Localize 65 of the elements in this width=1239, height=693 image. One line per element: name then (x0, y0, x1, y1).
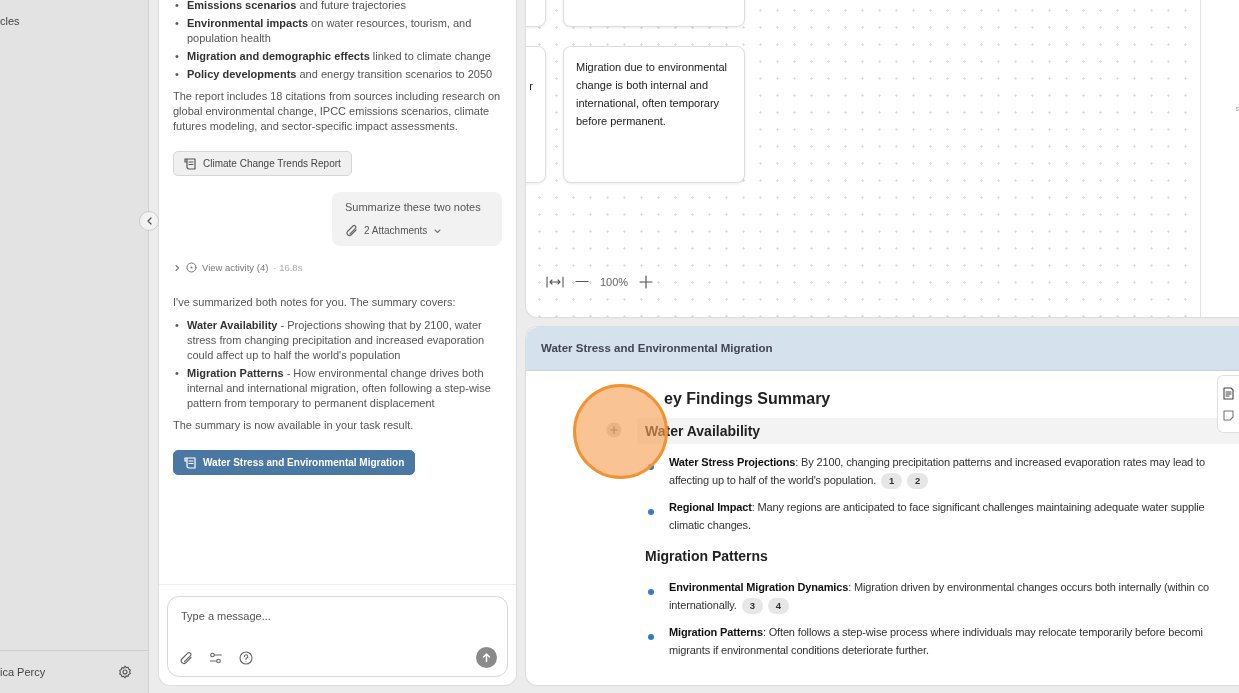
activity-link[interactable]: View activity (4) (202, 260, 269, 275)
finding-text: Migration Patterns: Often follows a step-wise process where individuals may relocate temporarily before becomi migrants if environmental conditions deteriorate further. (669, 625, 1203, 659)
finding-text: Environmental Migration Dynamics: Migration driven by environmental changes occurs both internally (within co internationally. 3 4 (669, 578, 1209, 615)
zoom-in-button[interactable] (639, 274, 654, 289)
list-bullet: • (174, 67, 180, 82)
document-heading: ey Findings Summary (664, 389, 831, 409)
list-bullet: • (174, 366, 180, 381)
help-button[interactable] (239, 650, 253, 665)
bullet-icon (648, 464, 654, 471)
citation-badge[interactable]: 1 (881, 473, 903, 490)
bullet-icon (648, 589, 654, 596)
list-item: Emissions scenarios and future trajectories (187, 0, 406, 13)
bullet-icon (648, 634, 654, 641)
document-icon[interactable] (1222, 386, 1235, 400)
settings-icon (118, 665, 132, 679)
paperclip-icon[interactable] (345, 224, 358, 237)
user-name: ica Percy (0, 664, 46, 680)
list-item: Policy developments and energy transition scenarios to 2050 (187, 67, 493, 82)
citation-badge[interactable]: 4 (767, 598, 789, 615)
settings-button[interactable] (118, 665, 132, 679)
arrow-up-icon (481, 652, 492, 663)
bullet-icon (648, 509, 654, 516)
paperclip-icon (179, 650, 193, 665)
document-title: Water Stress and Environmental Migration (526, 327, 1239, 371)
chevron-icon[interactable] (173, 263, 181, 272)
document-button[interactable]: Climate Change Trends Report (173, 151, 352, 176)
list-bullet: • (174, 318, 180, 333)
message-text: The summary is now available in your task result. (173, 418, 415, 433)
citation-badge[interactable]: 2 (907, 473, 929, 490)
citation-badge[interactable]: 3 (741, 598, 763, 615)
activity-duration: · 16.8s (273, 261, 303, 275)
minus-icon (575, 280, 589, 284)
finding-text: Regional Impact: Many regions are anticipated to face significant challenges maintaining adequate water supplie climatic changes. (669, 500, 1205, 534)
settings-button[interactable] (209, 650, 223, 665)
sliders-icon (209, 650, 223, 665)
help-icon (239, 650, 253, 665)
list-item: Water Availability - Projections showing that by 2100, water stress from changing precipitation and increased evaporation could affect up to half the world's population (187, 318, 486, 363)
section-heading: Migration Patterns (645, 547, 768, 565)
document-icon (184, 157, 197, 170)
document-icon (184, 456, 197, 469)
zoom-level: 100% (600, 274, 629, 290)
user-message-text: Summarize these two notes (345, 200, 482, 215)
attach-button[interactable] (179, 650, 193, 665)
message-text: The report includes 18 citations from sources including research on global environmental change, IPCC emissions scenarios, climate futures modeling, and sector-specific impact assessments. (173, 89, 502, 134)
list-item: Migration Patterns - How environmental change drives both internal and international migration, often following a step-wise pattern from temporary to permanent displacement (187, 366, 492, 411)
list-bullet: • (174, 49, 180, 64)
zoom-out-button[interactable] (575, 280, 589, 284)
note-text: r (528, 79, 533, 94)
message-text: I've summarized both notes for you. The summary covers: (173, 295, 457, 310)
note-text: Migration due to environmental change is both internal and international, often temporary before permanent. (576, 60, 729, 129)
attachments-button[interactable]: 2 Attachments (345, 223, 443, 238)
note-icon[interactable] (1222, 408, 1235, 422)
list-bullet: • (174, 0, 180, 13)
plus-icon (639, 274, 654, 289)
fit-width-icon (546, 274, 564, 289)
plus-icon (606, 422, 622, 439)
sidebar-item[interactable]: cles (0, 0, 148, 30)
section-heading: Water Availability (645, 422, 761, 440)
finding-text: Water Stress Projections: By 2100, changing precipitation patterns and increased evaporation rates may lead to affecting up to half of the world's population. 1 2 (669, 453, 1205, 490)
list-item: Migration and demographic effects linked to climate change (187, 49, 491, 64)
document-button[interactable]: Water Stress and Environmental Migration (173, 450, 416, 475)
activity-icon (186, 262, 197, 273)
list-bullet: • (174, 16, 180, 31)
send-button[interactable] (476, 647, 497, 668)
fit-width-button[interactable] (546, 274, 564, 289)
